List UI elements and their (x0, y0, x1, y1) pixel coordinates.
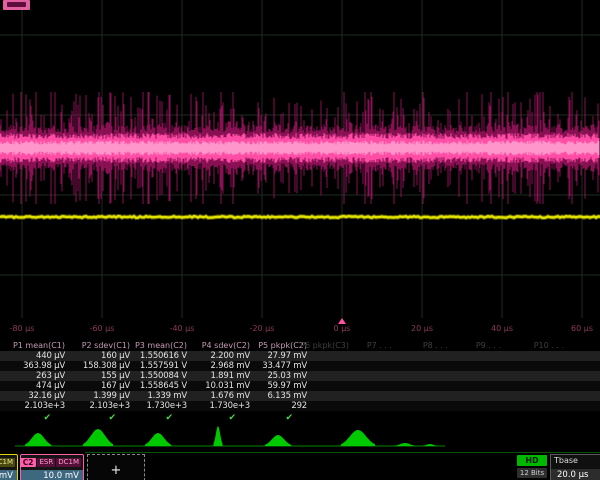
timebase-descriptor[interactable]: Tbase 20.0 µs (550, 454, 600, 480)
status-checkmark (434, 411, 448, 425)
parameter-header[interactable]: P6 pkpk(C3) (300, 340, 349, 351)
parameter-header[interactable]: P1 mean(C1) (13, 340, 65, 351)
channel-descriptor-c2[interactable]: C2 ESR DC1M 10.0 mV (20, 454, 84, 480)
top-left-badge[interactable] (3, 0, 30, 10)
waveform-grid (0, 0, 600, 318)
measure-column: P10 . . . (518, 340, 564, 425)
measure-table: P1 mean(C1)440 µV363.98 µV263 µV474 µV32… (0, 340, 600, 425)
parameter-value: 1.558645 V (140, 381, 187, 391)
measure-column: P6 pkpk(C3) (289, 340, 349, 425)
bottom-bar: C1M 0 mV C2 ESR DC1M 10.0 mV + HD 12 Bit… (0, 452, 600, 480)
time-tick-label: -40 µs (170, 324, 195, 333)
measure-column: P4 sdev(C2)2.200 mV2.968 mV1.891 mV10.03… (188, 340, 250, 425)
badge-text-smudge (7, 2, 26, 7)
status-checkmark: ✔ (43, 411, 65, 425)
c1-coupling-chip: C1M (0, 458, 15, 467)
parameter-histicons (0, 425, 600, 452)
oscilloscope-screen: -80 µs -60 µs -40 µs -20 µs 0 µs 20 µs 40 µs 60… (0, 0, 600, 480)
parameter-header[interactable]: P4 sdev(C2) (202, 340, 250, 351)
measure-column: P7 . . . (350, 340, 392, 425)
parameter-value: 10.031 mV (205, 381, 250, 391)
parameter-header[interactable]: P3 mean(C2) (135, 340, 187, 351)
separator-line (85, 452, 600, 453)
histicon-strip (0, 425, 600, 452)
parameter-header[interactable]: P9 . . . (476, 340, 501, 351)
parameter-value: 363.98 µV (23, 361, 65, 371)
time-axis: -80 µs -60 µs -40 µs -20 µs 0 µs 20 µs 40 µs 60… (0, 318, 600, 338)
parameter-value: 1.730e+3 (210, 401, 251, 411)
channel-descriptor-c1[interactable]: C1M 0 mV (0, 454, 18, 480)
parameter-value: 32.16 µV (28, 391, 65, 401)
parameter-value: 1.339 mV (147, 391, 187, 401)
hd-bits-label: 12 Bits (517, 468, 547, 478)
measure-column: P9 . . . (459, 340, 501, 425)
parameter-value: 158.308 µV (83, 361, 130, 371)
time-tick-label: -60 µs (90, 324, 115, 333)
measure-column: P3 mean(C2)1.550616 V1.557591 V1.550084 … (125, 340, 187, 425)
timebase-value: 20.0 µs (551, 469, 600, 480)
parameter-value: 2.103e+3 (90, 401, 131, 411)
parameter-value: 1.550084 V (140, 371, 187, 381)
c2-scale-value: 10.0 mV (21, 470, 83, 480)
time-tick-label: 40 µs (491, 324, 513, 333)
measure-column: P8 . . . (406, 340, 448, 425)
time-tick-label: 0 µs (334, 324, 351, 333)
parameter-value: 1.550616 V (140, 351, 187, 361)
parameter-header[interactable]: P7 . . . (367, 340, 392, 351)
parameter-value: 474 µV (36, 381, 65, 391)
parameter-header[interactable]: P2 sdev(C1) (82, 340, 130, 351)
add-trace-button[interactable]: + (87, 454, 145, 480)
c1-scale-value: 0 mV (0, 470, 17, 480)
time-tick-label: -80 µs (10, 324, 35, 333)
parameter-value: 1.557591 V (140, 361, 187, 371)
c2-esr-chip: ESR (37, 458, 55, 467)
status-checkmark (335, 411, 349, 425)
status-checkmark: ✔ (165, 411, 187, 425)
c2-coupling-chip: DC1M (56, 458, 81, 467)
status-checkmark (550, 411, 564, 425)
parameter-value: 440 µV (36, 351, 65, 361)
time-tick-label: -20 µs (250, 324, 275, 333)
waveform-display (0, 0, 600, 318)
measure-column: P2 sdev(C1)160 µV158.308 µV155 µV167 µV1… (66, 340, 130, 425)
timebase-label: Tbase (551, 455, 600, 467)
c2-channel-badge: C2 (20, 458, 36, 467)
time-tick-label: 20 µs (411, 324, 433, 333)
parameter-value: 263 µV (36, 371, 65, 381)
parameter-header[interactable]: P10 . . . (534, 340, 564, 351)
measure-column: P (582, 340, 600, 425)
hd-mode-badge: HD (517, 455, 547, 466)
plus-icon: + (111, 463, 122, 478)
status-checkmark (487, 411, 501, 425)
parameter-value: 2.103e+3 (25, 401, 66, 411)
parameter-header[interactable]: P8 . . . (423, 340, 448, 351)
time-tick-label: 60 µs (571, 324, 593, 333)
parameter-value: 1.730e+3 (147, 401, 188, 411)
status-checkmark (378, 411, 392, 425)
measure-column: P1 mean(C1)440 µV363.98 µV263 µV474 µV32… (1, 340, 65, 425)
